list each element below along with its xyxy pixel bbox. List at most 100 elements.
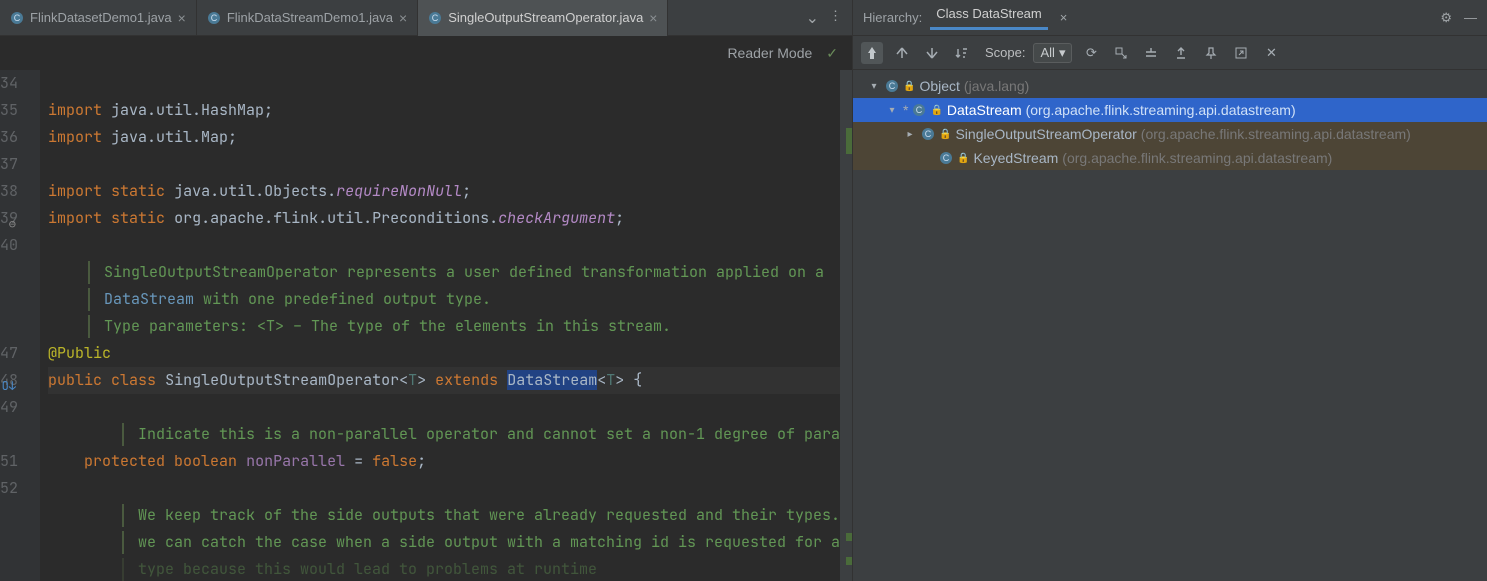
tab-flinkdatastreamdemo1[interactable]: C FlinkDataStreamDemo1.java × xyxy=(197,0,418,36)
doc-line: Type parameters: <T> – The type of the e… xyxy=(48,313,852,340)
sort-icon[interactable] xyxy=(951,42,973,64)
hierarchy-tree[interactable]: ▾C🔒Object (java.lang)▾*C🔒DataStream (org… xyxy=(853,70,1487,581)
doc-line: DataStream with one predefined output ty… xyxy=(48,286,852,313)
line-number xyxy=(0,529,18,556)
doc-line: Indicate this is a non-parallel operator… xyxy=(48,421,852,448)
diff-marker[interactable] xyxy=(846,557,852,565)
line-number: 47 xyxy=(0,340,18,367)
hierarchy-label: Hierarchy: xyxy=(863,10,922,25)
hierarchy-header-actions: ⚙ — xyxy=(1440,10,1477,26)
close-icon[interactable]: × xyxy=(1060,10,1068,25)
expand-arrow-icon[interactable]: ▾ xyxy=(885,105,899,116)
reader-mode-label[interactable]: Reader Mode xyxy=(727,45,812,61)
class-icon: C xyxy=(10,11,24,25)
class-icon: C xyxy=(885,79,899,93)
doc-line: we can catch the case when a side output… xyxy=(48,529,852,556)
line-number xyxy=(0,313,18,340)
open-new-icon[interactable] xyxy=(1230,42,1252,64)
class-locked-icon: C xyxy=(428,11,442,25)
class-icon: C xyxy=(921,127,935,141)
tree-node[interactable]: C🔒KeyedStream (org.apache.flink.streamin… xyxy=(853,146,1487,170)
class-hierarchy-icon[interactable] xyxy=(861,42,883,64)
svg-text:C: C xyxy=(889,81,896,91)
editor-body[interactable]: 34 35 36 37 38 39⊖ 40 47 48O↓ 49 51 52 i… xyxy=(0,70,852,581)
line-number xyxy=(0,556,18,581)
star-icon: * xyxy=(903,102,908,118)
line-number: 39⊖ xyxy=(0,205,18,232)
tree-node[interactable]: ▾*C🔒DataStream (org.apache.flink.streami… xyxy=(853,98,1487,122)
autoscroll-icon[interactable] xyxy=(1110,42,1132,64)
code-line xyxy=(48,232,852,259)
line-number: 38 xyxy=(0,178,18,205)
line-number: 36 xyxy=(0,124,18,151)
tab-singleoutputstreamoperator[interactable]: C SingleOutputStreamOperator.java × xyxy=(418,0,668,36)
subtypes-icon[interactable] xyxy=(921,42,943,64)
expand-arrow-icon[interactable]: ▸ xyxy=(903,129,917,140)
scroll-strip[interactable] xyxy=(840,70,852,581)
scope-label: Scope: xyxy=(985,45,1025,60)
code-line xyxy=(48,151,852,178)
refresh-icon[interactable]: ⟳ xyxy=(1080,42,1102,64)
supertypes-icon[interactable] xyxy=(891,42,913,64)
doc-line: We keep track of the side outputs that w… xyxy=(48,502,852,529)
lock-icon: 🔒 xyxy=(930,105,942,116)
pin-icon[interactable] xyxy=(1200,42,1222,64)
code-line: import static org.apache.flink.util.Prec… xyxy=(48,205,852,232)
scope-value: All xyxy=(1040,45,1054,60)
svg-text:C: C xyxy=(916,105,923,115)
chevron-down-icon[interactable]: ⌄ xyxy=(806,8,819,28)
doc-line: SingleOutputStreamOperator represents a … xyxy=(48,259,852,286)
editor-pane: C FlinkDatasetDemo1.java × C FlinkDataSt… xyxy=(0,0,852,581)
minimize-icon[interactable]: — xyxy=(1464,10,1477,26)
tree-node[interactable]: ▾C🔒Object (java.lang) xyxy=(853,74,1487,98)
gear-icon[interactable]: ⚙ xyxy=(1440,10,1452,26)
close-icon[interactable]: ✕ xyxy=(1260,42,1282,64)
expand-arrow-icon[interactable]: ▾ xyxy=(867,81,881,92)
line-number: 35 xyxy=(0,97,18,124)
code-line: @Public xyxy=(48,340,852,367)
line-number: 34 xyxy=(0,70,18,97)
svg-text:C: C xyxy=(943,153,950,163)
code-line: protected boolean nonParallel = false; xyxy=(48,448,852,475)
diff-marker[interactable] xyxy=(846,533,852,541)
tab-label: FlinkDatasetDemo1.java xyxy=(30,10,172,25)
line-number: 48O↓ xyxy=(0,367,18,394)
tab-actions: ⌄ ⋮ xyxy=(806,8,852,28)
close-icon[interactable]: × xyxy=(649,11,657,25)
class-icon: C xyxy=(939,151,953,165)
hierarchy-tab-label: Class DataStream xyxy=(936,6,1041,21)
expand-all-icon[interactable] xyxy=(1140,42,1162,64)
line-number: 49 xyxy=(0,394,18,421)
node-package: (org.apache.flink.streaming.api.datastre… xyxy=(1062,150,1332,166)
line-number xyxy=(0,421,18,448)
tab-label: SingleOutputStreamOperator.java xyxy=(448,10,643,25)
lock-icon: 🔒 xyxy=(903,81,915,92)
lock-icon: 🔒 xyxy=(957,153,969,164)
tree-node[interactable]: ▸C🔒SingleOutputStreamOperator (org.apach… xyxy=(853,122,1487,146)
tab-label: FlinkDataStreamDemo1.java xyxy=(227,10,393,25)
diff-marker[interactable] xyxy=(846,128,852,154)
export-icon[interactable] xyxy=(1170,42,1192,64)
node-name: Object xyxy=(919,78,959,94)
close-icon[interactable]: × xyxy=(399,11,407,25)
line-number xyxy=(0,286,18,313)
node-package: (org.apache.flink.streaming.api.datastre… xyxy=(1026,102,1296,118)
svg-text:C: C xyxy=(432,13,439,23)
hierarchy-toolbar: Scope: All ▾ ⟳ ✕ xyxy=(853,36,1487,70)
tab-flinkdatasetdemo1[interactable]: C FlinkDatasetDemo1.java × xyxy=(0,0,197,36)
close-icon[interactable]: × xyxy=(178,11,186,25)
more-icon[interactable]: ⋮ xyxy=(829,8,842,28)
scope-dropdown[interactable]: All ▾ xyxy=(1033,43,1072,63)
doc-line: type because this would lead to problems… xyxy=(48,556,852,581)
hierarchy-tab[interactable]: Class DataStream xyxy=(932,6,1045,29)
check-icon[interactable]: ✓ xyxy=(826,45,838,62)
code-area[interactable]: import java.util.HashMap; import java.ut… xyxy=(40,70,852,581)
svg-text:C: C xyxy=(925,129,932,139)
line-number xyxy=(0,502,18,529)
chevron-down-icon: ▾ xyxy=(1059,45,1066,61)
line-number: 37 xyxy=(0,151,18,178)
line-number: 40 xyxy=(0,232,18,259)
editor-tabs: C FlinkDatasetDemo1.java × C FlinkDataSt… xyxy=(0,0,852,36)
svg-text:C: C xyxy=(14,13,21,23)
line-number: 51 xyxy=(0,448,18,475)
